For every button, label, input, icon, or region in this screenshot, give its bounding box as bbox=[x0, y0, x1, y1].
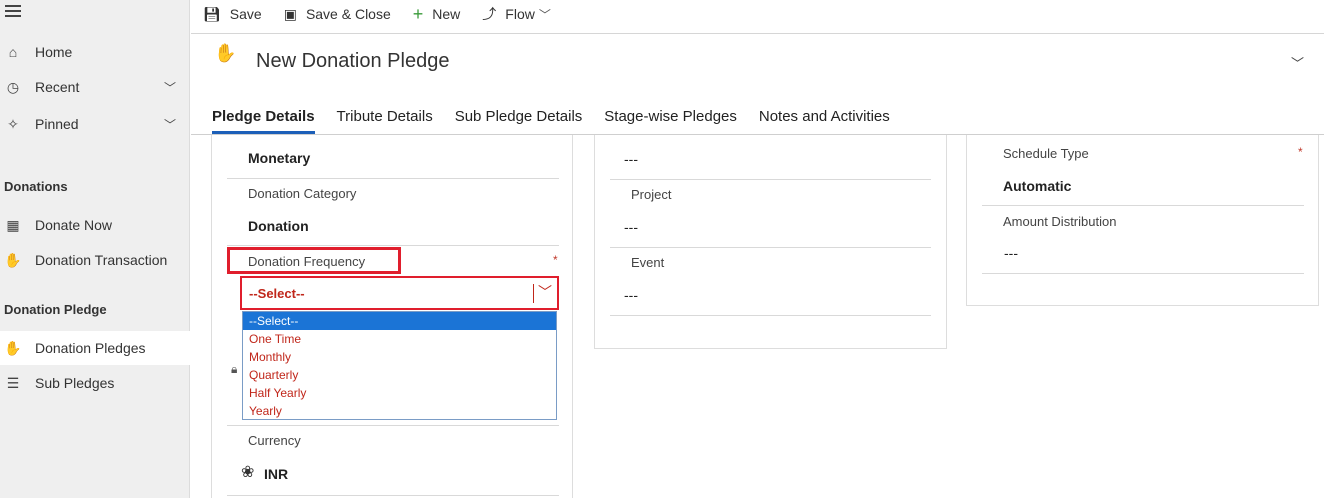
chevron-down-icon[interactable]: ﹀ bbox=[1291, 53, 1304, 72]
sidebar-item-label: Recent bbox=[35, 79, 80, 95]
hand-icon: ✋ bbox=[214, 43, 237, 63]
divider bbox=[610, 315, 931, 316]
page-title: New Donation Pledge bbox=[256, 50, 450, 72]
amount-distribution-label: Amount Distribution bbox=[1003, 214, 1117, 229]
pin-icon: ✧ bbox=[7, 115, 19, 132]
flow-label: Flow bbox=[505, 6, 535, 22]
sidebar-item-donation-pledges[interactable]: ✋ Donation Pledges bbox=[0, 331, 190, 365]
sidebar-item-home[interactable]: ⌂ Home bbox=[0, 35, 190, 69]
sidebar-group-donations: Donations bbox=[4, 179, 68, 194]
flow-button[interactable]: ⤴ Flow ﹀ bbox=[482, 4, 551, 24]
sidebar-item-label: Pinned bbox=[35, 116, 79, 132]
select-value: --Select-- bbox=[249, 286, 305, 301]
donation-frequency-label: Donation Frequency bbox=[248, 254, 366, 269]
coins-icon: ☰ bbox=[6, 374, 20, 391]
donation-type-value: Monetary bbox=[248, 150, 311, 166]
event-value[interactable]: --- bbox=[624, 287, 638, 303]
divider bbox=[227, 495, 559, 496]
tab-sub-pledge-details[interactable]: Sub Pledge Details bbox=[455, 108, 583, 134]
clock-icon: ◷ bbox=[6, 78, 20, 95]
required-indicator: * bbox=[553, 253, 558, 267]
flow-icon: ⤴ bbox=[482, 6, 497, 22]
save-close-button[interactable]: ▣ Save & Close bbox=[284, 6, 391, 23]
currency-value[interactable]: INR bbox=[264, 466, 288, 482]
divider bbox=[191, 33, 1324, 34]
option-select[interactable]: --Select-- bbox=[243, 312, 556, 330]
tab-stage-wise-pledges[interactable]: Stage-wise Pledges bbox=[604, 108, 737, 134]
currency-icon: ❀ bbox=[241, 464, 255, 481]
divider bbox=[227, 245, 559, 246]
command-bar: 💾︎ Save ▣ Save & Close + New ⤴ Flow ﹀ bbox=[191, 0, 1324, 28]
divider bbox=[227, 425, 559, 426]
save-icon: 💾︎ bbox=[203, 5, 221, 22]
lock-icon: 🔒︎ bbox=[231, 362, 238, 376]
project-label: Project bbox=[631, 187, 672, 202]
donation-frequency-select[interactable]: --Select-- ﹀ bbox=[240, 276, 559, 310]
divider bbox=[982, 205, 1304, 206]
sidebar-item-label: Donation Pledges bbox=[35, 340, 146, 356]
option-monthly[interactable]: Monthly bbox=[243, 348, 556, 366]
tab-notes-activities[interactable]: Notes and Activities bbox=[759, 108, 890, 134]
sidebar-item-label: Donate Now bbox=[35, 217, 113, 233]
donation-category-label: Donation Category bbox=[248, 186, 357, 201]
home-icon: ⌂ bbox=[8, 44, 18, 60]
save-close-label: Save & Close bbox=[305, 6, 391, 22]
divider bbox=[610, 247, 931, 248]
chevron-down-icon[interactable]: ﹀ bbox=[539, 6, 551, 23]
amount-distribution-value[interactable]: --- bbox=[1004, 245, 1018, 261]
hand-money-icon: ✋ bbox=[4, 251, 22, 268]
schedule-type-label: Schedule Type bbox=[1003, 146, 1089, 161]
frequency-options-list: --Select-- One Time Monthly Quarterly Ha… bbox=[242, 311, 557, 420]
schedule-type-value[interactable]: Automatic bbox=[1003, 178, 1071, 194]
sidebar-item-donation-transaction[interactable]: ✋ Donation Transaction bbox=[0, 243, 190, 277]
calculator-icon: ▦ bbox=[6, 216, 20, 233]
campaign-section bbox=[594, 135, 947, 349]
chevron-down-icon[interactable]: ﹀ bbox=[538, 282, 552, 302]
chevron-down-icon[interactable]: ﹀ bbox=[164, 116, 176, 133]
divider bbox=[533, 284, 534, 303]
sidebar-item-sub-pledges[interactable]: ☰ Sub Pledges bbox=[0, 366, 190, 400]
sidebar-group-donation-pledge: Donation Pledge bbox=[4, 302, 107, 317]
plus-icon: + bbox=[412, 3, 424, 24]
option-half-yearly[interactable]: Half Yearly bbox=[243, 384, 556, 402]
donation-category-value[interactable]: Donation bbox=[248, 218, 309, 234]
currency-label: Currency bbox=[248, 433, 301, 448]
sidebar-item-pinned[interactable]: ✧ Pinned ﹀ bbox=[0, 107, 190, 141]
sidebar-item-donate-now[interactable]: ▦ Donate Now bbox=[0, 208, 190, 242]
sidebar: ⌂ Home ◷ Recent ﹀ ✧ Pinned ﹀ Donations ▦… bbox=[0, 0, 190, 498]
sidebar-item-label: Sub Pledges bbox=[35, 375, 115, 391]
divider bbox=[610, 179, 931, 180]
tab-tribute-details[interactable]: Tribute Details bbox=[337, 108, 433, 134]
option-yearly[interactable]: Yearly bbox=[243, 402, 556, 420]
save-button[interactable]: 💾︎ Save bbox=[203, 6, 262, 23]
new-label: New bbox=[432, 6, 461, 22]
option-one-time[interactable]: One Time bbox=[243, 330, 556, 348]
save-label: Save bbox=[229, 6, 262, 22]
tab-bar: Pledge Details Tribute Details Sub Pledg… bbox=[212, 108, 912, 134]
required-indicator: * bbox=[1298, 145, 1303, 159]
option-quarterly[interactable]: Quarterly bbox=[243, 366, 556, 384]
hamburger-menu-icon[interactable] bbox=[5, 5, 21, 19]
sidebar-item-recent[interactable]: ◷ Recent ﹀ bbox=[0, 70, 190, 104]
save-close-icon: ▣ bbox=[283, 5, 297, 22]
hand-icon: ✋ bbox=[4, 339, 22, 356]
divider bbox=[982, 273, 1304, 274]
sidebar-item-label: Donation Transaction bbox=[35, 252, 168, 268]
sidebar-item-label: Home bbox=[35, 44, 73, 60]
project-value[interactable]: --- bbox=[624, 219, 638, 235]
event-label: Event bbox=[631, 255, 665, 270]
chevron-down-icon[interactable]: ﹀ bbox=[164, 79, 176, 96]
field-empty-value[interactable]: --- bbox=[624, 151, 638, 167]
divider bbox=[227, 178, 559, 179]
tab-pledge-details[interactable]: Pledge Details bbox=[212, 108, 315, 134]
new-button[interactable]: + New bbox=[413, 4, 461, 25]
